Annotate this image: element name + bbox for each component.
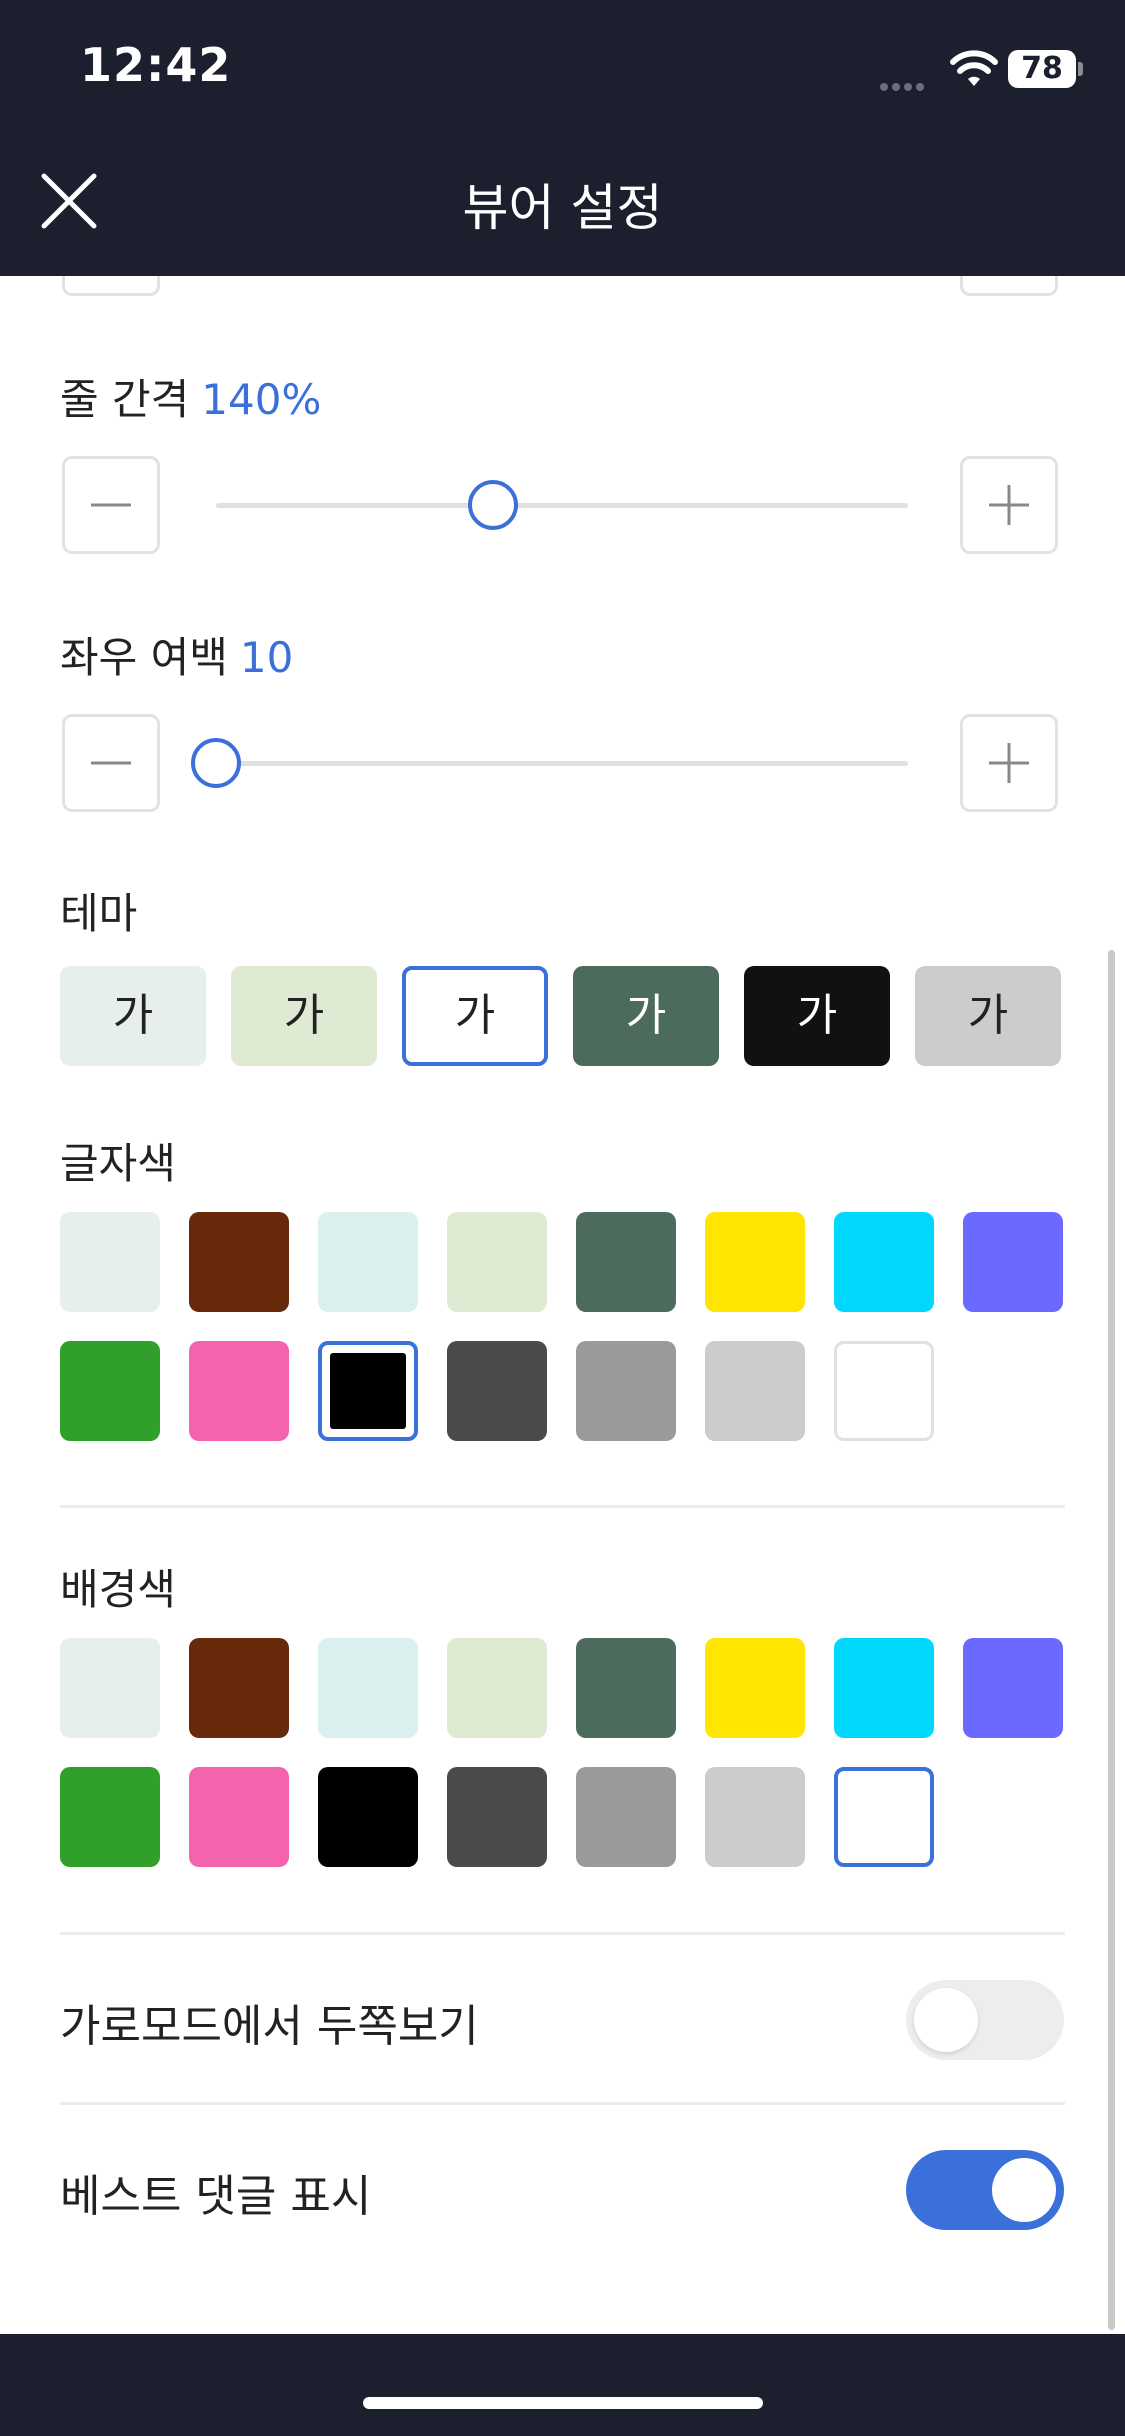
theme-option-2[interactable]: 가 bbox=[231, 966, 377, 1066]
theme-option-3[interactable]: 가 bbox=[402, 966, 548, 1066]
cellular-signal-icon bbox=[880, 76, 936, 91]
text-color-swatch-7[interactable] bbox=[834, 1212, 934, 1312]
line-spacing-increase-button[interactable] bbox=[960, 456, 1058, 554]
background-color-swatch-1[interactable] bbox=[60, 1638, 160, 1738]
text-color-swatch-14[interactable] bbox=[705, 1341, 805, 1441]
text-color-swatch-8[interactable] bbox=[963, 1212, 1063, 1312]
line-spacing-label: 줄 간격 140% bbox=[60, 375, 322, 424]
landscape-dual-page-toggle[interactable] bbox=[906, 1980, 1064, 2060]
text-color-swatch-12[interactable] bbox=[447, 1341, 547, 1441]
background-color-swatch-13[interactable] bbox=[576, 1767, 676, 1867]
background-color-swatch-3[interactable] bbox=[318, 1638, 418, 1738]
landscape-dual-page-label: 가로모드에서 두쪽보기 bbox=[60, 2001, 479, 2052]
background-color-swatch-4[interactable] bbox=[447, 1638, 547, 1738]
background-color-swatch-15[interactable] bbox=[834, 1767, 934, 1867]
scrollbar[interactable] bbox=[1108, 950, 1115, 2330]
theme-label: 테마 bbox=[60, 889, 138, 938]
background-color-swatch-8[interactable] bbox=[963, 1638, 1063, 1738]
side-margin-slider-track[interactable] bbox=[216, 761, 908, 766]
previous-plus-button-edge[interactable] bbox=[960, 276, 1058, 296]
wifi-icon bbox=[950, 50, 998, 86]
background-color-swatch-11[interactable] bbox=[318, 1767, 418, 1867]
text-color-swatch-4[interactable] bbox=[447, 1212, 547, 1312]
bottom-bar bbox=[0, 2334, 1125, 2436]
text-color-swatch-11[interactable] bbox=[318, 1341, 418, 1441]
line-spacing-slider-thumb[interactable] bbox=[467, 480, 518, 530]
divider bbox=[60, 2102, 1065, 2105]
top-bar: 12:42 78 뷰어 설정 bbox=[0, 0, 1125, 276]
background-color-swatch-7[interactable] bbox=[834, 1638, 934, 1738]
text-color-swatch-5[interactable] bbox=[576, 1212, 676, 1312]
theme-option-4[interactable]: 가 bbox=[573, 966, 719, 1066]
text-color-swatch-10[interactable] bbox=[189, 1341, 289, 1441]
text-color-swatch-13[interactable] bbox=[576, 1341, 676, 1441]
minus-icon bbox=[91, 761, 131, 765]
side-margin-decrease-button[interactable] bbox=[62, 714, 160, 812]
plus-icon bbox=[989, 485, 1029, 525]
background-color-swatch-12[interactable] bbox=[447, 1767, 547, 1867]
divider bbox=[60, 1932, 1065, 1935]
battery-tip bbox=[1078, 62, 1083, 76]
text-color-swatch-1[interactable] bbox=[60, 1212, 160, 1312]
background-color-swatch-9[interactable] bbox=[60, 1767, 160, 1867]
status-time: 12:42 bbox=[80, 38, 232, 92]
best-comments-label: 베스트 댓글 표시 bbox=[60, 2171, 372, 2222]
divider bbox=[60, 1505, 1065, 1508]
line-spacing-slider-track[interactable] bbox=[216, 503, 908, 508]
battery-indicator: 78 bbox=[1008, 50, 1076, 88]
theme-option-6[interactable]: 가 bbox=[915, 966, 1061, 1066]
background-color-swatch-6[interactable] bbox=[705, 1638, 805, 1738]
minus-icon bbox=[91, 503, 131, 507]
text-color-swatch-15[interactable] bbox=[834, 1341, 934, 1441]
text-color-swatch-9[interactable] bbox=[60, 1341, 160, 1441]
theme-option-5[interactable]: 가 bbox=[744, 966, 890, 1066]
best-comments-toggle[interactable] bbox=[906, 2150, 1064, 2230]
text-color-swatch-6[interactable] bbox=[705, 1212, 805, 1312]
side-margin-increase-button[interactable] bbox=[960, 714, 1058, 812]
background-color-label: 배경색 bbox=[60, 1565, 176, 1614]
text-color-swatch-2[interactable] bbox=[189, 1212, 289, 1312]
swatch-fill bbox=[330, 1353, 406, 1429]
background-color-swatch-10[interactable] bbox=[189, 1767, 289, 1867]
line-spacing-value: 140% bbox=[201, 375, 322, 424]
theme-option-1[interactable]: 가 bbox=[60, 966, 206, 1066]
text-color-label: 글자색 bbox=[60, 1139, 176, 1188]
side-margin-value: 10 bbox=[239, 633, 294, 682]
background-color-swatch-2[interactable] bbox=[189, 1638, 289, 1738]
page-title: 뷰어 설정 bbox=[462, 179, 663, 237]
home-indicator[interactable] bbox=[363, 2397, 763, 2409]
side-margin-label: 좌우 여백 10 bbox=[60, 633, 294, 682]
plus-icon bbox=[989, 743, 1029, 783]
previous-minus-button-edge[interactable] bbox=[62, 276, 160, 296]
background-color-swatch-5[interactable] bbox=[576, 1638, 676, 1738]
side-margin-slider-thumb[interactable] bbox=[191, 738, 241, 788]
line-spacing-decrease-button[interactable] bbox=[62, 456, 160, 554]
background-color-swatch-14[interactable] bbox=[705, 1767, 805, 1867]
toggle-knob bbox=[914, 1988, 978, 2052]
text-color-swatch-3[interactable] bbox=[318, 1212, 418, 1312]
toggle-knob bbox=[992, 2158, 1056, 2222]
